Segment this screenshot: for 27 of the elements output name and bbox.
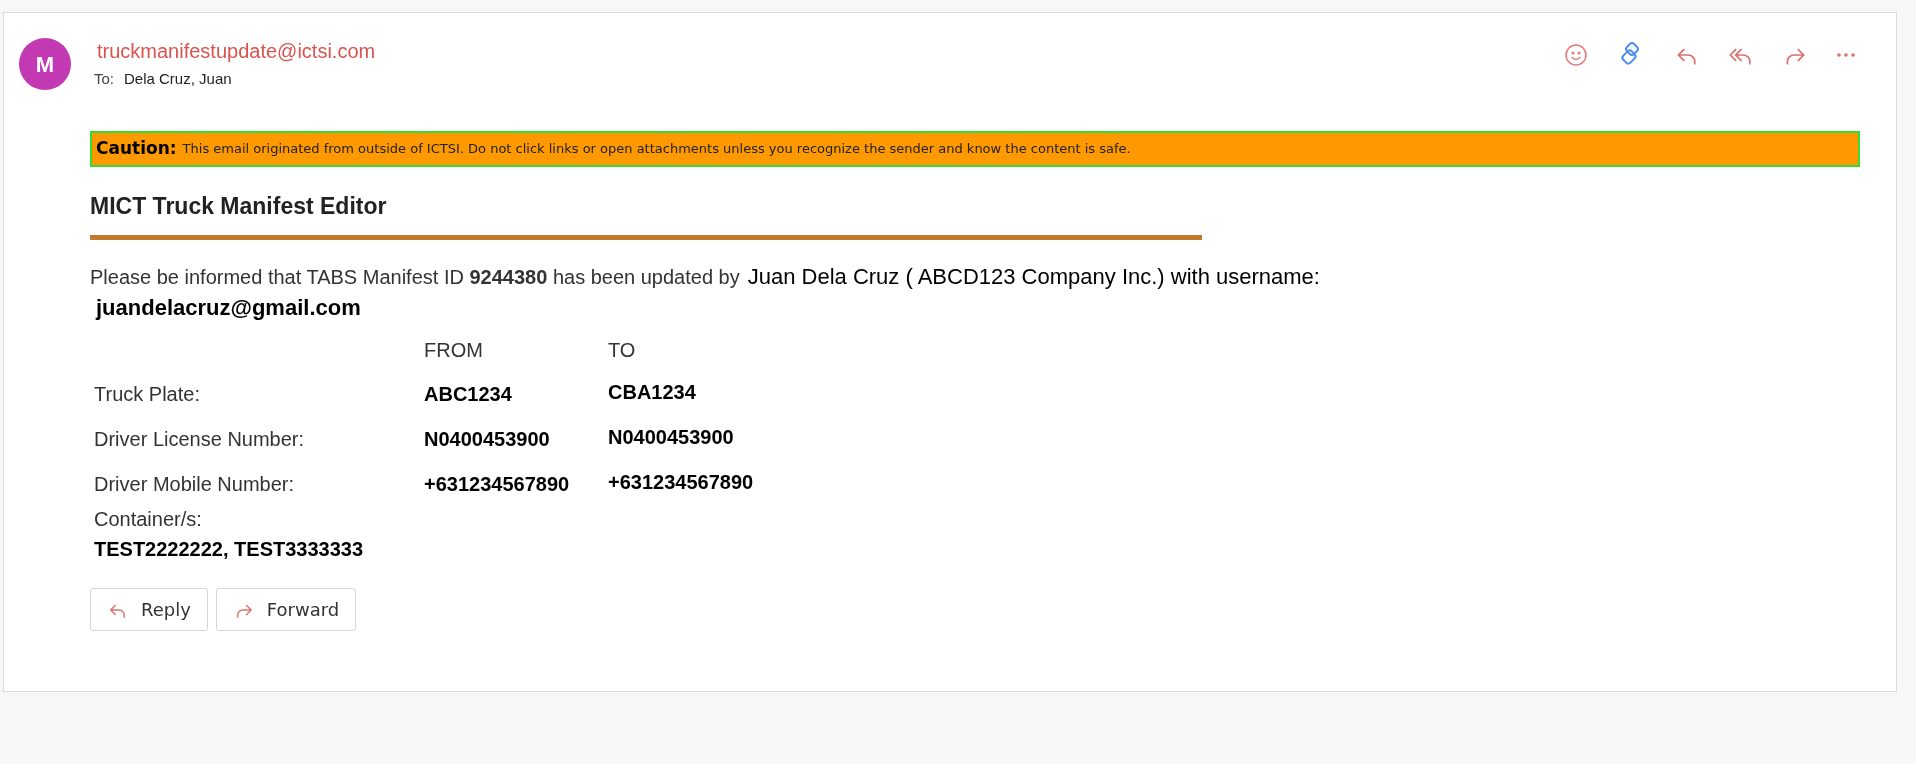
container-list: TEST2222222, TEST3333333 [94,534,364,564]
email-heading: MICT Truck Manifest Editor [90,191,388,221]
emoji-icon[interactable] [1564,43,1588,67]
recipient-name: Dela Cruz, Juan [124,69,232,89]
caution-label: Caution: [96,136,177,160]
row-label: Truck Plate: [94,382,200,407]
to-value: CBA1234 [608,380,696,405]
row-label: Driver License Number: [94,427,305,452]
from-value: N0400453900 [424,427,550,452]
column-header: FROM [424,338,483,363]
reply-button[interactable]: Reply [90,588,208,631]
from-value: +631234567890 [424,472,570,497]
avatar: M [19,38,71,90]
update-notice: Please be informed that TABS Manifest ID 9244380 has been updated by [90,265,740,290]
to-label: To: [94,69,114,89]
username: juandelacruz@gmail.com [96,294,362,322]
sender-address: truckmanifestupdate@ictsi.com [97,39,376,64]
updater-details: Juan Dela Cruz ( ABCD123 Company Inc.) with username: [747,263,1320,291]
caution-text: This email originated from outside of ICTSI. Do not click links or open attachments unless you recognize the sender and know the content is safe. [182,139,1131,158]
from-value: ABC1234 [424,382,512,407]
containers-label: Container/s: [94,507,202,532]
more-icon[interactable] [1836,52,1856,58]
row-label: Driver Mobile Number: [94,472,295,497]
forward-button[interactable]: Forward [215,588,357,631]
to-value: N0400453900 [608,425,734,450]
to-value: +631234567890 [608,470,754,495]
column-header: TO [608,338,636,363]
